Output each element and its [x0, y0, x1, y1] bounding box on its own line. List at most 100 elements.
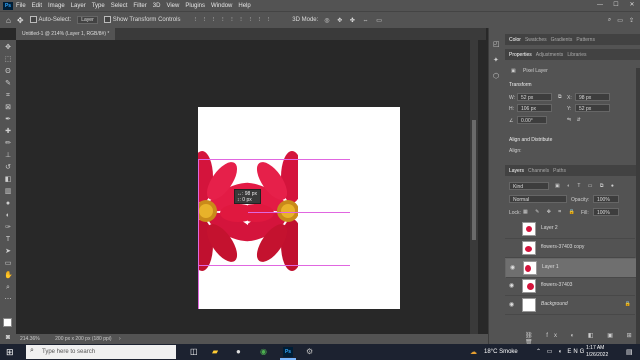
menu-layer[interactable]: Layer: [71, 3, 86, 9]
tab-libraries[interactable]: Libraries: [567, 52, 586, 58]
foreground-color-swatch[interactable]: [3, 318, 12, 327]
clock-date[interactable]: 1/26/2022: [586, 352, 608, 358]
document-canvas[interactable]: ↔: 98 px ↕: 0 px: [198, 107, 400, 309]
weather-text[interactable]: 18°C Smoke: [484, 349, 518, 355]
task-view-icon[interactable]: ◫: [190, 347, 198, 356]
pen-icon[interactable]: ✑: [4, 224, 12, 232]
menu-filter[interactable]: Filter: [133, 3, 146, 9]
notifications-icon[interactable]: ▤: [626, 348, 633, 356]
tab-color[interactable]: Color: [509, 37, 521, 43]
settings-gear-icon[interactable]: ⚙: [306, 347, 313, 356]
chrome-icon[interactable]: ◉: [260, 347, 267, 356]
3d-icons[interactable]: ◎ ✥ ✤ ⇔ ▭: [324, 17, 385, 24]
healing-icon[interactable]: ✚: [4, 128, 12, 136]
auto-select-checkbox[interactable]: Auto-Select:: [29, 16, 71, 24]
tab-layers[interactable]: Layers: [509, 168, 524, 174]
gradient-icon[interactable]: ▥: [4, 188, 12, 196]
layer-row-flowers-copy[interactable]: flowers-37403 copy: [505, 239, 635, 258]
crop-icon[interactable]: ⌗: [4, 92, 12, 100]
link-icon[interactable]: ⧉: [558, 94, 562, 100]
layer-name[interactable]: Background: [541, 301, 568, 307]
fill-field[interactable]: 100%: [593, 208, 619, 216]
menu-plugins[interactable]: Plugins: [185, 3, 205, 9]
quick-select-icon[interactable]: ✎: [4, 80, 12, 88]
x-field[interactable]: 98 px: [575, 93, 610, 101]
tab-swatches[interactable]: Swatches: [525, 37, 547, 43]
type-icon[interactable]: T: [4, 236, 12, 244]
layer-name[interactable]: Layer 1: [542, 264, 559, 270]
hand-icon[interactable]: ✋: [4, 272, 13, 280]
panel-scrollbar[interactable]: [636, 68, 640, 344]
brush-settings-icon[interactable]: ✦: [493, 56, 499, 64]
visibility-eye-icon[interactable]: ◉: [510, 264, 515, 271]
y-field[interactable]: 52 px: [575, 104, 610, 112]
layer-name[interactable]: Layer 2: [541, 225, 558, 231]
tab-gradients[interactable]: Gradients: [551, 37, 573, 43]
layer-name[interactable]: flowers-37403 copy: [541, 244, 584, 250]
marquee-icon[interactable]: ⬚: [4, 56, 12, 64]
canvas-area[interactable]: ↔: 98 px ↕: 0 px: [16, 40, 478, 334]
menu-window[interactable]: Window: [211, 3, 232, 9]
layer-row-layer-2[interactable]: Layer 2: [505, 220, 635, 239]
3d-panel-icon[interactable]: ⬡: [493, 72, 499, 80]
more-tools-icon[interactable]: ⋯: [4, 296, 12, 304]
document-tab[interactable]: Untitled-1 @ 214% (Layer 1, RGB/8#) *: [16, 28, 116, 40]
blend-mode-dropdown[interactable]: Normal: [509, 195, 567, 203]
align-icons[interactable]: ⫶ ⫶ ⫶ ⫶ ⫶ ⫶ ⫶ ⫶ ⫶: [194, 17, 272, 24]
layer-row-background[interactable]: ◉ Background 🔒: [505, 296, 635, 315]
photoshop-taskbar-icon[interactable]: Ps: [283, 347, 293, 357]
align-heading[interactable]: Align and Distribute: [509, 137, 552, 143]
menu-image[interactable]: Image: [48, 3, 65, 9]
menu-3d[interactable]: 3D: [153, 3, 161, 9]
status-menu-icon[interactable]: ›: [119, 336, 121, 342]
home-icon[interactable]: ⌂: [6, 16, 11, 25]
tab-patterns[interactable]: Patterns: [576, 37, 595, 43]
move-icon[interactable]: ✥: [4, 44, 12, 52]
tray-icons[interactable]: ⌃ ▭ ◖ ENG: [536, 348, 586, 355]
opacity-field[interactable]: 100%: [593, 195, 619, 203]
minimize-icon[interactable]: —: [592, 0, 608, 11]
lock-icons[interactable]: ▦ ✎ ✥ ⌗ 🔒: [523, 209, 578, 215]
maximize-icon[interactable]: ☐: [608, 0, 624, 11]
share-icon[interactable]: ⇪: [629, 17, 634, 24]
dodge-icon[interactable]: ◐: [4, 212, 12, 220]
windows-start-icon[interactable]: ⊞: [6, 348, 15, 357]
visibility-eye-icon[interactable]: ◉: [509, 282, 514, 289]
filter-icons[interactable]: ▣ ◐ T ▭ ⧉ ●: [555, 183, 617, 189]
move-tool-icon[interactable]: ✥: [17, 16, 24, 25]
eraser-icon[interactable]: ◧: [4, 176, 12, 184]
auto-select-dropdown[interactable]: Layer: [77, 16, 98, 24]
show-transform-checkbox[interactable]: Show Transform Controls: [103, 16, 180, 24]
menu-view[interactable]: View: [166, 3, 179, 9]
menu-type[interactable]: Type: [92, 3, 105, 9]
visibility-eye-icon[interactable]: ◉: [509, 301, 514, 308]
eyedropper-icon[interactable]: ✒: [4, 116, 12, 124]
transform-heading[interactable]: Transform: [509, 82, 532, 88]
brush-icon[interactable]: ✏: [4, 140, 12, 148]
flip-icons[interactable]: ⇋ ⇵: [567, 117, 583, 123]
app-icon-1[interactable]: ●: [236, 347, 241, 356]
layer-name[interactable]: flowers-37403: [541, 282, 572, 288]
path-select-icon[interactable]: ➤: [4, 248, 12, 256]
menu-help[interactable]: Help: [238, 3, 250, 9]
menu-file[interactable]: File: [16, 3, 26, 9]
height-field[interactable]: 106 px: [517, 104, 552, 112]
shape-icon[interactable]: ▭: [4, 260, 12, 268]
close-icon[interactable]: ✕: [624, 0, 640, 11]
layer-row-flowers[interactable]: ◉ flowers-37403: [505, 277, 635, 296]
blur-icon[interactable]: ●: [4, 200, 12, 208]
search-icon[interactable]: ⌕: [608, 17, 611, 24]
menu-edit[interactable]: Edit: [32, 3, 42, 9]
menu-select[interactable]: Select: [111, 3, 128, 9]
vertical-scrollbar[interactable]: [470, 40, 478, 334]
tab-paths[interactable]: Paths: [553, 168, 566, 174]
layer-row-layer-1[interactable]: ◉ Layer 1: [505, 258, 640, 278]
file-explorer-icon[interactable]: ▰: [212, 347, 218, 356]
angle-field[interactable]: 0.00°: [517, 116, 547, 124]
workspace-icon[interactable]: ▭: [617, 17, 623, 24]
tab-channels[interactable]: Channels: [528, 168, 549, 174]
zoom-icon[interactable]: ⌕: [4, 284, 12, 292]
lasso-icon[interactable]: ʘ: [4, 68, 12, 76]
layer-filter-kind[interactable]: Kind: [509, 182, 549, 190]
stamp-icon[interactable]: ⊥: [4, 152, 12, 160]
